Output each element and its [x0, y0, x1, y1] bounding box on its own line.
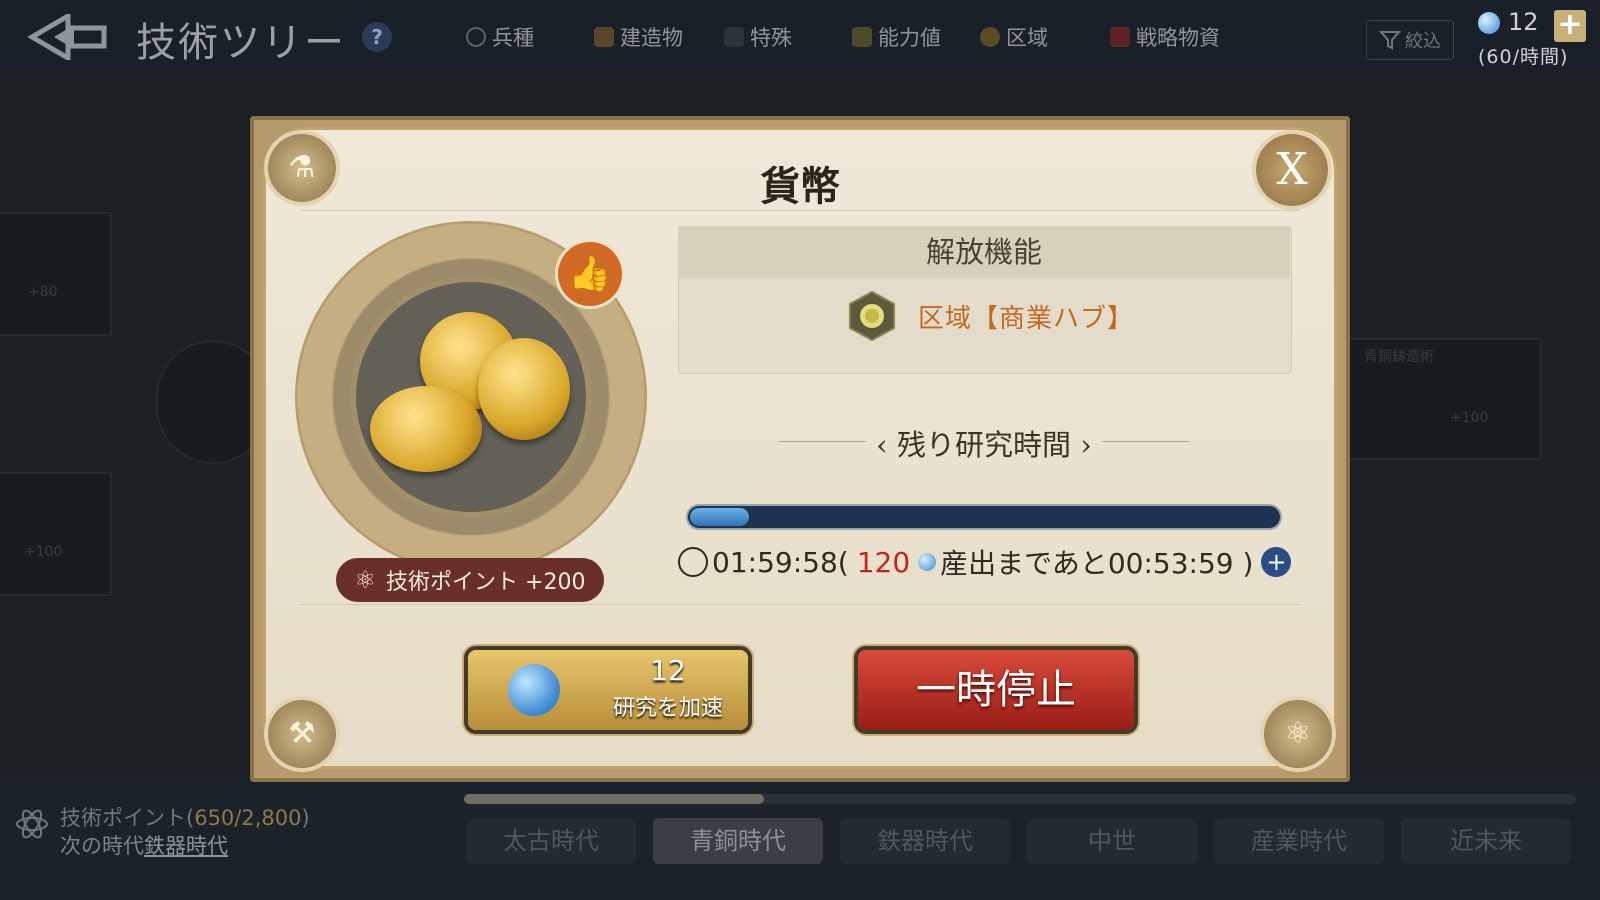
tech-points-suffix: )	[301, 806, 310, 830]
tech-points-label: 技術ポイント(650/2,800)	[60, 802, 310, 832]
flask-icon: ⚗	[268, 134, 336, 202]
stats-icon	[852, 27, 872, 47]
clock-icon	[678, 547, 708, 577]
remaining-time-label: ‹ 残り研究時間 ›	[876, 428, 1092, 462]
special-icon	[724, 27, 744, 47]
speed-up-button[interactable]: 12 研究を加速	[468, 650, 748, 730]
speed-up-label: 研究を加速	[612, 696, 723, 721]
medallion-center	[356, 282, 586, 512]
remaining-time-text: 残り研究時間	[896, 428, 1071, 462]
add-production-button[interactable]: +	[1261, 547, 1292, 577]
potion-icon	[1478, 12, 1500, 34]
top-bar: 技術ツリー ? 兵種 建造物 特殊 能力値 区域 戦略物資 絞込 12 (60/…	[0, 0, 1600, 73]
coin-icon	[370, 386, 482, 472]
filter-label: 兵種	[492, 26, 534, 50]
filter-special[interactable]: 特殊	[724, 22, 792, 52]
era-tab[interactable]: 近未来	[1401, 818, 1571, 864]
era-tab[interactable]: 中世	[1027, 818, 1197, 864]
thumbs-up-icon: 👍	[558, 242, 622, 306]
building-icon	[594, 27, 614, 47]
title-divider	[300, 210, 1300, 211]
next-era-name[interactable]: 鉄器時代	[144, 834, 228, 858]
currency-value: 12	[1508, 8, 1539, 36]
era-tab[interactable]: 鉄器時代	[840, 818, 1010, 864]
filter-label: 能力値	[878, 26, 941, 50]
next-era-label: 次の時代鉄器時代	[60, 830, 228, 860]
atom-icon	[16, 809, 48, 839]
era-progress-fill	[464, 794, 764, 804]
atom-small-icon: ⚛	[354, 566, 377, 594]
currency-rate: (60/時間)	[1478, 46, 1569, 68]
filter-district[interactable]: 区域	[980, 22, 1048, 52]
atom-corner-icon: ⚛	[1264, 700, 1332, 768]
research-progress-fill	[690, 508, 749, 526]
district-icon	[980, 27, 1000, 47]
filter-unit[interactable]: 兵種	[466, 22, 534, 52]
filter-label: 特殊	[750, 26, 792, 50]
modal-title: 貨幣	[760, 163, 840, 210]
filter-label: 区域	[1006, 26, 1048, 50]
potion-icon	[508, 664, 560, 716]
unit-icon	[466, 27, 486, 47]
speed-up-cost: 12	[650, 654, 686, 687]
pause-button[interactable]: 一時停止	[858, 650, 1134, 730]
tech-points-value: 650/2,800	[194, 806, 302, 830]
timer-cost: 120	[856, 545, 911, 579]
narrow-label: 絞込	[1405, 31, 1441, 52]
tech-points-badge-label: 技術ポイント +200	[386, 570, 586, 595]
back-arrow-icon[interactable]	[28, 14, 108, 60]
unlock-item[interactable]: 区域【商業ハブ】	[918, 298, 1134, 335]
era-tab[interactable]: 産業時代	[1214, 818, 1384, 864]
strategic-resource-icon	[1110, 27, 1130, 47]
research-progress-track	[688, 506, 1280, 528]
district-hex-icon	[849, 290, 895, 342]
tech-points-prefix: 技術ポイント(	[60, 806, 195, 830]
era-tab[interactable]: 太古時代	[466, 818, 636, 864]
timer-production: 産出まであと00:53:59 )	[940, 547, 1254, 580]
timer-row: 01:59:58( 120 産出まであと00:53:59 ) +	[678, 542, 1298, 582]
add-currency-button[interactable]: +	[1554, 10, 1586, 42]
filter-label: 戦略物資	[1136, 26, 1220, 50]
help-icon[interactable]: ?	[362, 22, 392, 52]
unlock-header: 解放機能	[678, 226, 1290, 278]
close-button[interactable]: X	[1256, 134, 1328, 206]
filter-strategic-resource[interactable]: 戦略物資	[1110, 22, 1220, 52]
funnel-icon	[1379, 31, 1401, 50]
narrow-filter-button[interactable]: 絞込	[1366, 20, 1454, 60]
era-tab[interactable]: 青銅時代	[653, 818, 823, 864]
next-era-prefix: 次の時代	[60, 834, 144, 858]
timer-remaining: 01:59:58(	[712, 545, 849, 579]
modal-divider	[300, 604, 1300, 605]
coin-icon	[478, 338, 570, 440]
filter-label: 建造物	[620, 26, 683, 50]
page-title: 技術ツリー	[136, 20, 346, 66]
filter-stats[interactable]: 能力値	[852, 22, 941, 52]
potion-small-icon	[918, 553, 937, 571]
currency-display: 12	[1478, 8, 1539, 36]
tech-points-badge: ⚛ 技術ポイント +200	[336, 558, 604, 602]
filter-building[interactable]: 建造物	[594, 22, 683, 52]
tools-icon: ⚒	[268, 700, 336, 768]
